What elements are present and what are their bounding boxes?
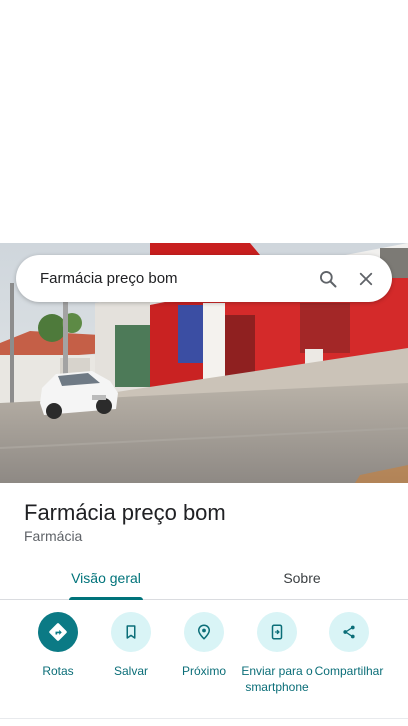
tab-about[interactable]: Sobre bbox=[232, 556, 372, 600]
nearby-button[interactable]: Próximo bbox=[164, 612, 244, 679]
save-label: Salvar bbox=[113, 664, 148, 678]
directions-label: Rotas bbox=[42, 664, 74, 678]
place-category: Farmácia bbox=[24, 528, 83, 544]
send-to-phone-label: Enviar para o smartphone bbox=[241, 664, 313, 694]
save-button[interactable]: Salvar bbox=[91, 612, 171, 679]
search-bar[interactable]: Farmácia preço bom bbox=[16, 255, 392, 302]
action-row: Rotas Salvar Próximo Enviar para o smart… bbox=[0, 612, 408, 712]
nearby-icon bbox=[184, 612, 224, 652]
nearby-label: Próximo bbox=[181, 664, 226, 678]
place-title: Farmácia preço bom bbox=[24, 500, 226, 525]
map-blank-area bbox=[0, 0, 408, 243]
send-to-phone-button[interactable]: Enviar para o smartphone bbox=[237, 612, 317, 695]
divider bbox=[0, 718, 408, 719]
bookmark-icon bbox=[111, 612, 151, 652]
tab-selected-indicator bbox=[69, 597, 143, 600]
share-label: Compartilhar bbox=[314, 664, 384, 678]
directions-icon bbox=[38, 612, 78, 652]
search-icon[interactable] bbox=[316, 267, 340, 291]
share-button[interactable]: Compartilhar bbox=[309, 612, 389, 679]
directions-button[interactable]: Rotas bbox=[18, 612, 98, 679]
search-input[interactable]: Farmácia preço bom bbox=[40, 270, 302, 287]
share-icon bbox=[329, 612, 369, 652]
send-to-phone-icon bbox=[257, 612, 297, 652]
tab-bar: Visão geral Sobre bbox=[0, 556, 408, 600]
tab-overview[interactable]: Visão geral bbox=[36, 556, 176, 600]
close-icon[interactable] bbox=[354, 267, 378, 291]
